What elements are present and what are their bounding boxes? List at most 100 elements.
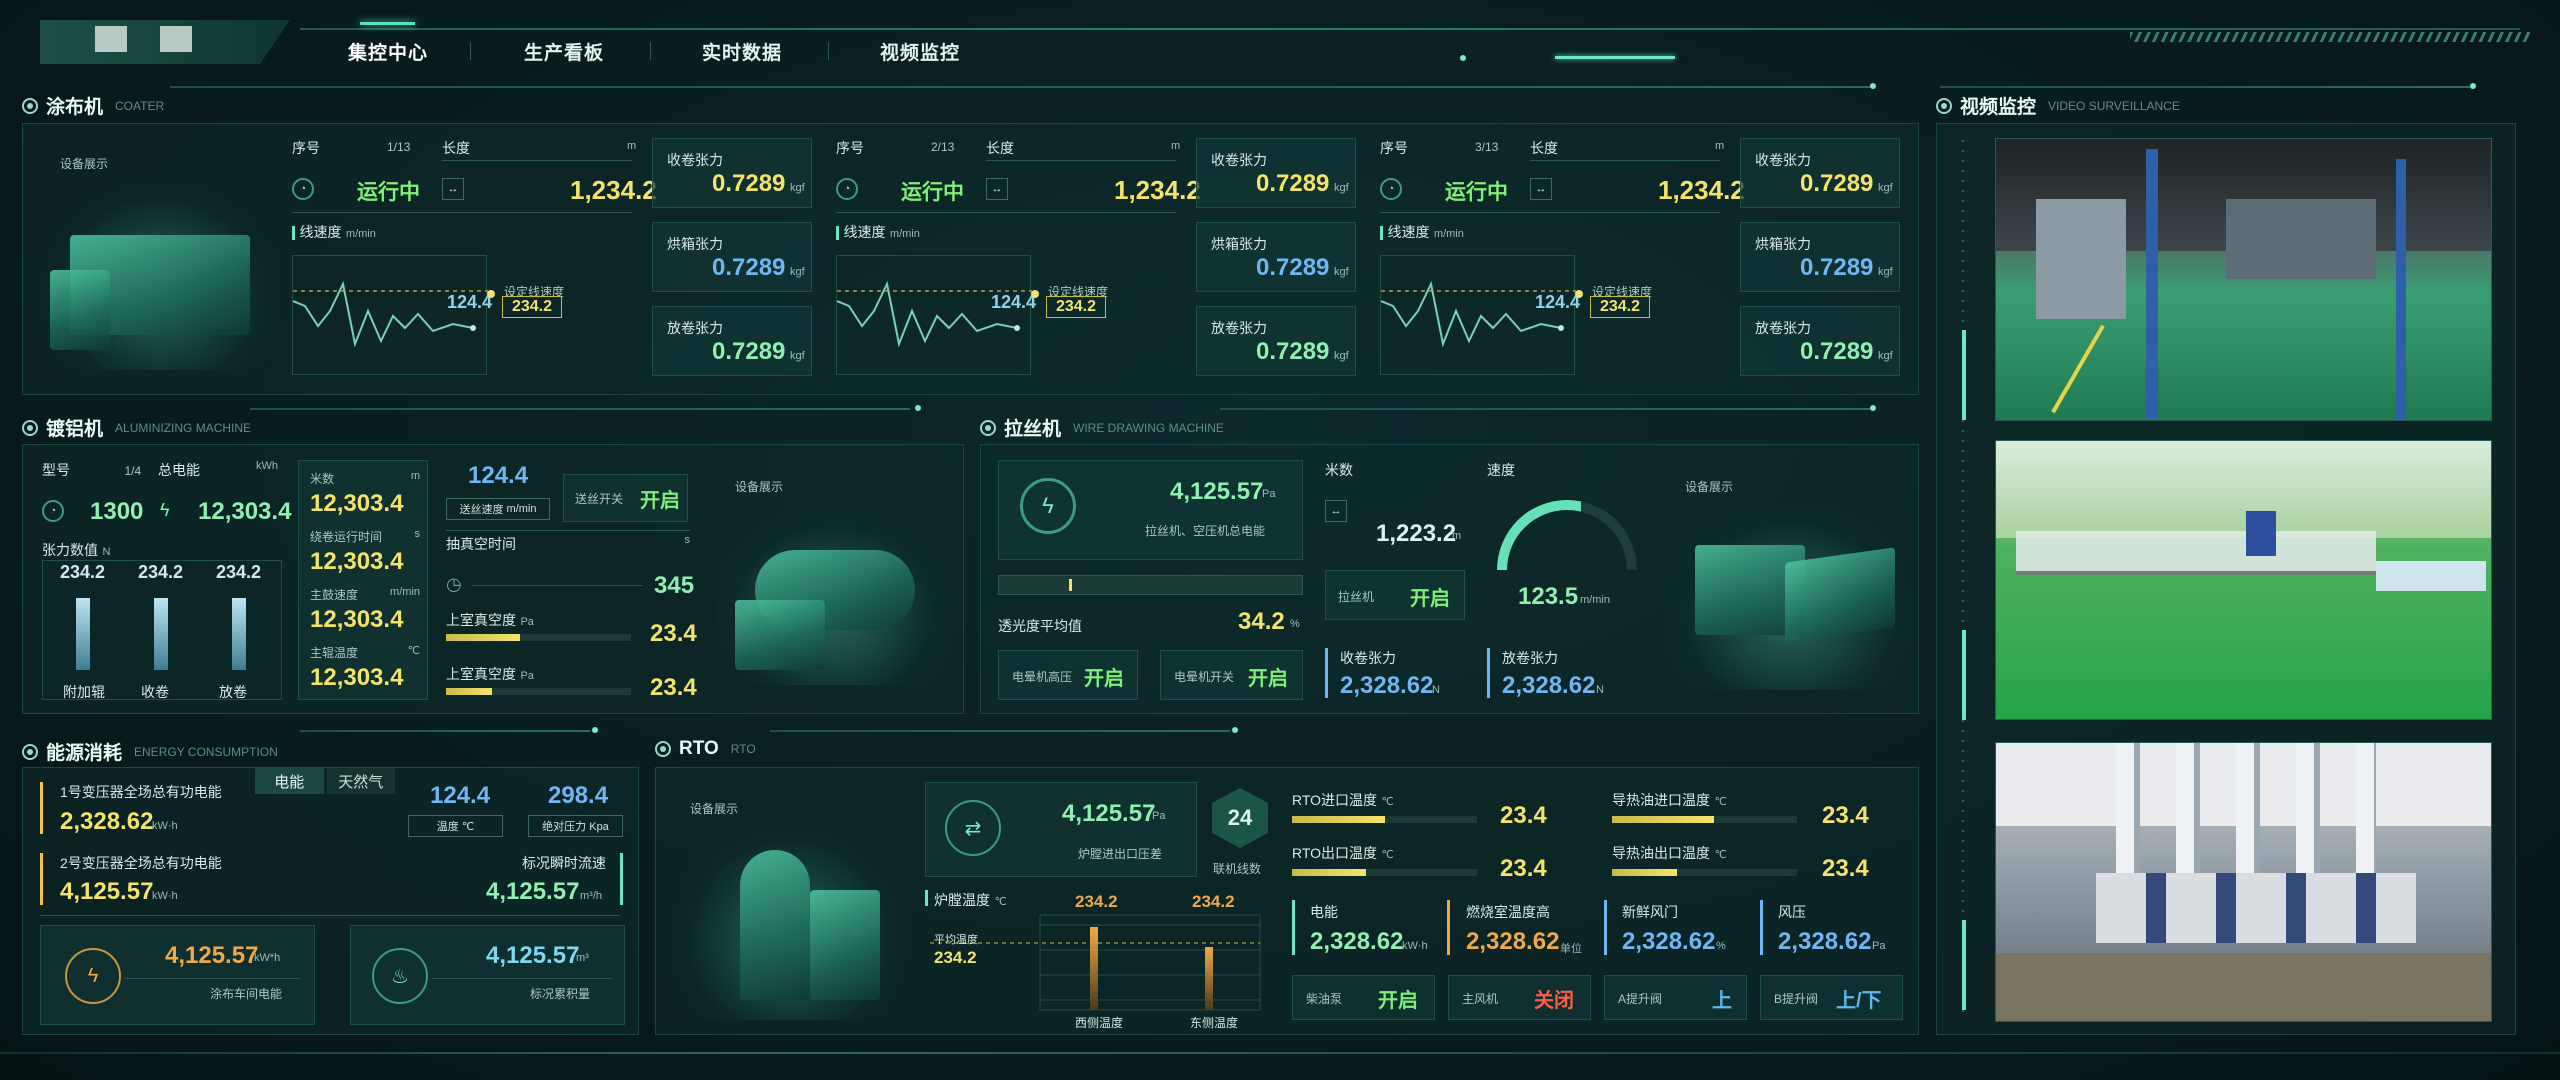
- energy-workshop-value: 4,125.57: [165, 942, 259, 969]
- coater-tension-value: 0.7289: [712, 254, 786, 281]
- top-stripes: [2130, 32, 2530, 42]
- rto-furnace-chart: 平均温度 234.2 234.2 234.2 西侧温度 东侧温度: [930, 892, 1261, 1030]
- rto-lines-value: 24: [1227, 805, 1253, 830]
- coater-set-value[interactable]: 234.2: [1590, 296, 1650, 318]
- wire-show-label[interactable]: 设备展示: [1685, 478, 1733, 495]
- wire-title-en: WIRE DRAWING MACHINE: [1073, 420, 1224, 435]
- rto-valve-b-state: 上/下: [1836, 990, 1882, 1012]
- coater-current-speed: 124.4: [447, 292, 493, 312]
- rto-valve-a-state: 上: [1712, 990, 1732, 1012]
- alum-model-value: 1300: [90, 498, 144, 525]
- bottom-border: [0, 1052, 2560, 1054]
- coater-tension-unit: kgf: [1334, 350, 1349, 362]
- coater-seq-value[interactable]: 1/13: [387, 140, 410, 154]
- wire-power-label: 拉丝机、空压机总电能: [1145, 524, 1266, 538]
- alum-bar: [76, 598, 90, 670]
- coater-tension-unit: kgf: [1334, 266, 1349, 278]
- coater-tension-value: 0.7289: [1800, 170, 1874, 197]
- rto-show-label[interactable]: 设备展示: [690, 800, 738, 817]
- video-scroll-indicator[interactable]: [1962, 330, 1966, 420]
- alum-upper2-bar: [446, 688, 631, 695]
- coater-seq-value[interactable]: 2/13: [931, 140, 954, 154]
- energy-title-text: 能源消耗: [46, 743, 123, 764]
- rto-fresh-label: 新鲜风门: [1622, 904, 1678, 920]
- alum-model-page[interactable]: 1/4: [124, 464, 141, 478]
- cctv-feed-1[interactable]: [1995, 138, 2492, 421]
- nav-tab-production-board[interactable]: 生产看板: [524, 38, 604, 65]
- wire-wind-unit: N: [1432, 684, 1440, 696]
- rto-title-text: RTO: [679, 738, 719, 759]
- cctv-feed-3[interactable]: [1995, 742, 2492, 1022]
- rto-machine-image: [670, 820, 910, 1020]
- cctv-feed-2[interactable]: [1995, 440, 2492, 720]
- gauge-icon: ◔: [292, 178, 314, 200]
- energy-title-en: ENERGY CONSUMPTION: [134, 744, 278, 759]
- wire-power-value: 4,125.57: [1170, 478, 1264, 505]
- section-line-dot: [1870, 83, 1876, 89]
- nav-divider: [470, 42, 471, 60]
- coater-tension-label: 收卷张力: [1211, 152, 1267, 168]
- rto-chart-group: 平均温度 234.2 234.2 234.2 西侧温度 东侧温度: [930, 892, 1261, 1030]
- logo-mark: [160, 26, 192, 52]
- coater-seq-label: 序号: [836, 140, 864, 156]
- energy-workshop-label: 涂布车间电能: [210, 987, 283, 1001]
- west-value: 234.2: [1075, 892, 1118, 911]
- nav-tab-control-center[interactable]: 集控中心: [348, 38, 428, 65]
- alum-vac-value: 345: [654, 572, 695, 599]
- wire-speed-value: 123.5: [1518, 583, 1579, 610]
- energy-flow-unit: m³/h: [580, 890, 602, 902]
- rto-oil-out-value: 23.4: [1822, 855, 1869, 882]
- alum-feed-value: 124.4: [468, 462, 529, 489]
- wire-trans-bar: [998, 575, 1303, 595]
- coater-tension-label: 烘箱张力: [1755, 236, 1811, 252]
- coater-speed-chart: [836, 255, 1032, 375]
- coater-seq-value[interactable]: 3/13: [1475, 140, 1498, 154]
- coater-tension-label: 收卷张力: [667, 152, 723, 168]
- nav-tab-video-monitor[interactable]: 视频监控: [880, 38, 960, 65]
- alum-machine-image: [715, 510, 950, 685]
- wire-title: 拉丝机 WIRE DRAWING MACHINE: [980, 414, 1224, 441]
- alum-title-text: 镀铝机: [46, 419, 104, 440]
- coater-set-value[interactable]: 234.2: [1046, 296, 1106, 318]
- section-dot-icon: [22, 97, 38, 114]
- tab-gas[interactable]: 天然气: [326, 768, 395, 794]
- west-label: 西侧温度: [1075, 1015, 1123, 1030]
- rto-oil-out: 导热油出口温度 ℃: [1612, 845, 1727, 861]
- coater-tension-label: 放卷张力: [1211, 320, 1267, 336]
- coater-tension-label: 烘箱张力: [667, 236, 723, 252]
- wire-trans-label: 透光度平均值: [998, 618, 1082, 634]
- coater-length-label: 长度: [986, 140, 1014, 156]
- wire-corona-hv-label: 电晕机高压: [1012, 670, 1073, 684]
- coater-length-value: 1,234.2: [1658, 175, 1745, 205]
- coater-seq-label: 序号: [1380, 140, 1408, 156]
- coater-tension-value: 0.7289: [1256, 170, 1330, 197]
- coater-tension-value: 0.7289: [1800, 254, 1874, 281]
- coater-status: 运行中: [357, 181, 420, 204]
- divider: [1380, 212, 1720, 213]
- energy-press-label: 绝对压力 Kpa: [528, 815, 623, 837]
- alum-model-label: 型号: [42, 462, 70, 478]
- coater-speed-chart: [1380, 255, 1576, 375]
- nav-tab-realtime-data[interactable]: 实时数据: [702, 38, 782, 65]
- avg-label: 平均温度: [934, 932, 978, 946]
- rto-power-label: 电能: [1310, 904, 1338, 920]
- rto-fan-label: 风压: [1778, 904, 1806, 920]
- coater-show-label[interactable]: 设备展示: [60, 155, 108, 173]
- coater-speed-label: 线速度 m/min: [292, 222, 376, 242]
- coater-set-value[interactable]: 234.2: [502, 296, 562, 318]
- alum-show-label[interactable]: 设备展示: [735, 478, 783, 495]
- accent-bar: [40, 853, 43, 905]
- divider: [986, 160, 1176, 161]
- rto-mainfan-state: 关闭: [1534, 990, 1574, 1012]
- rto-out-temp-bar: [1292, 869, 1477, 876]
- logo-mark: [95, 26, 127, 52]
- coater-length-value: 1,234.2: [1114, 175, 1201, 205]
- gauge-icon: ◔: [1380, 178, 1402, 200]
- divider: [442, 160, 632, 161]
- tab-electric[interactable]: 电能: [255, 768, 324, 794]
- coater-status: 运行中: [1445, 181, 1508, 204]
- east-value: 234.2: [1192, 892, 1235, 911]
- wire-meters-label: 米数: [1325, 462, 1353, 478]
- coater-tension-value: 0.7289: [1800, 338, 1874, 365]
- wire-speed-unit: m/min: [1580, 594, 1610, 606]
